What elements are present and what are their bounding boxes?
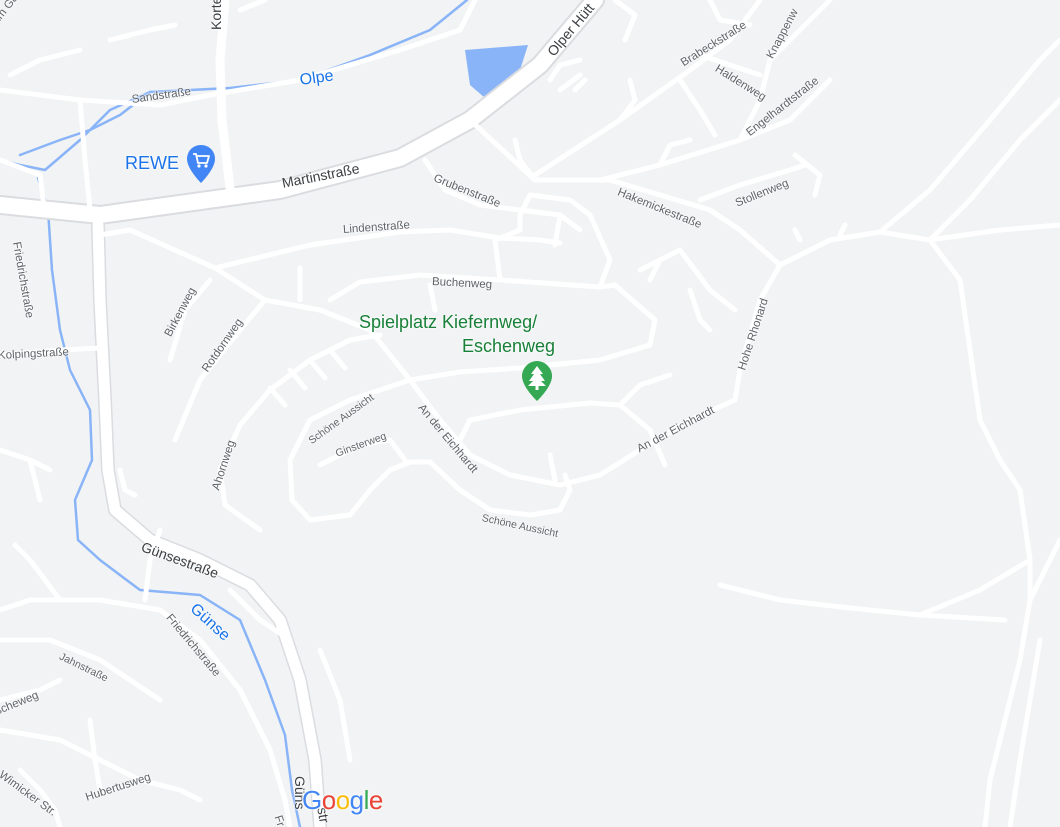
street-label-kortem: Kortem <box>208 0 224 30</box>
poi-label-rewe[interactable]: REWE <box>125 153 179 174</box>
poi-label-playground-line1[interactable]: Spielplatz Kiefernweg/ <box>359 312 537 333</box>
tree-icon[interactable] <box>521 360 553 402</box>
google-logo: Google <box>302 785 383 815</box>
map-canvas[interactable]: Am Galle Kortem Sandstraße Martinstraße … <box>0 0 1060 827</box>
olpe-river <box>0 0 469 172</box>
minor-roads <box>0 0 1060 827</box>
shopping-cart-icon[interactable] <box>186 144 216 184</box>
friedrichstrasse-road <box>92 219 326 827</box>
poi-label-playground-line2[interactable]: Eschenweg <box>462 336 555 357</box>
map-base-layer <box>0 0 1060 827</box>
water-layer <box>0 0 469 827</box>
